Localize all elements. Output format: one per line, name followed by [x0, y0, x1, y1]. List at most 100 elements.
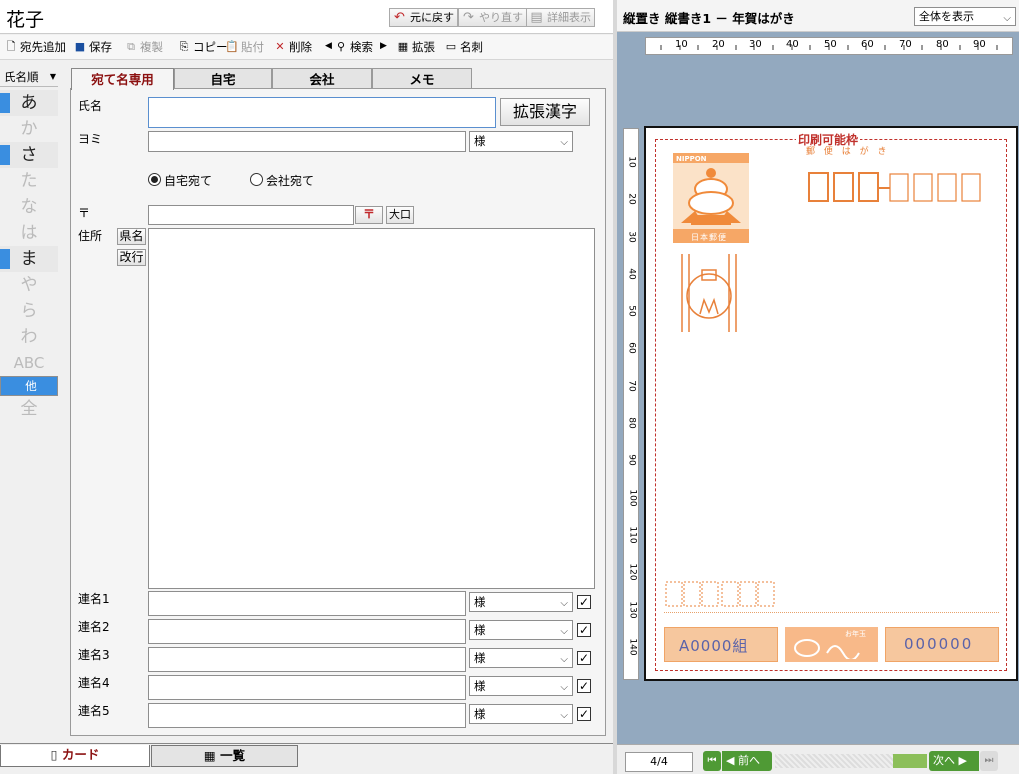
prev-page-button[interactable]: ◀ 前へ [722, 751, 772, 771]
duplicate-button[interactable]: ⧉ 複製 [124, 38, 163, 57]
ruler-label: 10 [626, 156, 637, 168]
renmei-input[interactable] [148, 647, 466, 672]
renmei-honorific-select[interactable]: 様 ⌵ [469, 648, 573, 668]
large-office-button[interactable]: 大口 [386, 206, 414, 224]
index-a[interactable]: あ [0, 90, 58, 116]
index-ra[interactable]: ら [0, 298, 58, 324]
lottery-group-panel: A0000組 [664, 627, 778, 662]
vertical-ruler: 10 20 30 40 50 60 70 80 90 100 110 120 1… [623, 128, 639, 680]
renmei-honorific-select[interactable]: 様 ⌵ [469, 620, 573, 640]
tab-company[interactable]: 会社 [272, 68, 372, 89]
company-radio[interactable] [250, 173, 263, 186]
paste-icon: 📋 [225, 40, 239, 53]
ruler-label: 130 [627, 601, 638, 619]
renmei-input[interactable] [148, 619, 466, 644]
prefecture-button[interactable]: 県名 [117, 228, 146, 245]
renmei-input[interactable] [148, 675, 466, 700]
paste-button[interactable]: 📋 貼付 [225, 38, 264, 57]
renmei-checkbox[interactable]: ✓ [577, 595, 591, 609]
ruler-label: 110 [627, 526, 638, 544]
renmei-checkbox[interactable]: ✓ [577, 707, 591, 721]
extended-kanji-button[interactable]: 拡張漢字 [500, 98, 590, 126]
renmei-honorific-select[interactable]: 様 ⌵ [469, 592, 573, 612]
last-page-button[interactable]: ⏭ [980, 751, 998, 771]
business-card-button[interactable]: ▭ 名刺 [444, 38, 483, 57]
tab-card-view[interactable]: ▯ カード [0, 745, 150, 767]
ruler-label: 20 [712, 39, 725, 50]
index-ka[interactable]: か [0, 116, 58, 142]
tab-list-view[interactable]: ▦ 一覧 [151, 745, 298, 767]
ruler-label: 50 [626, 305, 637, 317]
search-button[interactable]: ⚲ 検索 [334, 38, 373, 57]
renmei-input[interactable] [148, 703, 466, 728]
ruler-label: 40 [626, 268, 637, 280]
tab-home[interactable]: 自宅 [174, 68, 272, 89]
index-ya[interactable]: や [0, 272, 58, 298]
address-textarea[interactable] [148, 228, 595, 589]
renmei-checkbox[interactable]: ✓ [577, 651, 591, 665]
search-next-arrow-icon[interactable]: ▶ [380, 41, 387, 51]
lottery-number: 000000 [904, 635, 974, 653]
index-abc[interactable]: ABC [0, 350, 58, 376]
save-button[interactable]: ■ 保存 [73, 38, 112, 57]
list-icon: ▦ [203, 748, 221, 763]
lottery-group: A0000組 [679, 637, 749, 655]
yomi-label: ヨミ [78, 132, 103, 146]
zip-input[interactable] [148, 205, 354, 225]
address-label: 住所 [78, 229, 103, 243]
undo-button[interactable]: ↶ 元に戻す [389, 8, 458, 27]
renmei-honorific-select[interactable]: 様 ⌵ [469, 676, 573, 696]
sort-order-select[interactable]: 氏名順 ▼ [0, 67, 58, 87]
lottery-number-panel: 000000 [885, 627, 999, 662]
tab-memo[interactable]: メモ [372, 68, 472, 89]
zoom-select[interactable]: 全体を表示 ⌵ [914, 7, 1016, 26]
renmei-honorific-select[interactable]: 様 ⌵ [469, 704, 573, 724]
copy-icon: ⎘ [179, 40, 189, 53]
index-ta[interactable]: た [0, 168, 58, 194]
index-other[interactable]: 他 [0, 376, 58, 396]
postcard-heading: 郵 便 は が き [806, 147, 890, 157]
yomi-input[interactable] [148, 131, 466, 152]
home-radio[interactable] [148, 173, 161, 186]
chevron-down-icon: ⌵ [560, 626, 568, 637]
binoculars-icon: ⚲ [336, 40, 346, 53]
ruler-label: 10 [675, 39, 688, 50]
chevron-down-icon: ⌵ [560, 598, 568, 609]
index-ma[interactable]: ま [0, 246, 58, 272]
index-all[interactable]: 全 [0, 396, 58, 422]
first-page-button[interactable]: ⏮ [703, 751, 721, 771]
renmei-checkbox[interactable]: ✓ [577, 679, 591, 693]
home-radio-label[interactable]: 自宅宛て [164, 172, 212, 189]
honorific-select[interactable]: 様 ⌵ [469, 131, 573, 152]
copy-button[interactable]: ⎘ コピー [177, 38, 228, 57]
index-na[interactable]: な [0, 194, 58, 220]
page-scroll-thumb[interactable] [893, 754, 927, 768]
redo-button[interactable]: ↷ やり直す [458, 8, 527, 27]
newline-button[interactable]: 改行 [117, 249, 146, 266]
zip-lookup-button[interactable]: 〒 [355, 206, 383, 224]
next-page-button[interactable]: 次へ ▶ [929, 751, 979, 771]
expand-button[interactable]: ▦ 拡張 [396, 38, 435, 57]
ruler-label: 80 [626, 417, 637, 429]
index-sa[interactable]: さ [0, 142, 58, 168]
ruler-label: 120 [627, 563, 638, 581]
search-prev-arrow-icon[interactable]: ◀ [325, 41, 332, 51]
details-button[interactable]: ▤ 詳細表示 [526, 8, 595, 27]
dropdown-arrow-icon: ▼ [49, 72, 56, 81]
add-address-button[interactable]: 🗋 宛先追加 [4, 38, 66, 57]
ruler-label: 70 [899, 39, 912, 50]
index-wa[interactable]: わ [0, 324, 58, 350]
page-scrollbar[interactable] [775, 754, 893, 768]
renmei-checkbox[interactable]: ✓ [577, 623, 591, 637]
ruler-label: 100 [627, 489, 638, 507]
renmei-label: 連名3 [78, 648, 110, 662]
name-input[interactable] [148, 97, 496, 128]
company-radio-label[interactable]: 会社宛て [266, 172, 314, 189]
tab-address-only[interactable]: 宛て名専用 [71, 68, 174, 90]
renmei-input[interactable] [148, 591, 466, 616]
delete-button[interactable]: ✕ 削除 [273, 38, 312, 57]
lottery-decoration-icon [794, 639, 860, 659]
postal-code-boxes [808, 172, 981, 202]
index-ha[interactable]: は [0, 220, 58, 246]
lottery-center-panel: お年玉 [785, 627, 878, 662]
